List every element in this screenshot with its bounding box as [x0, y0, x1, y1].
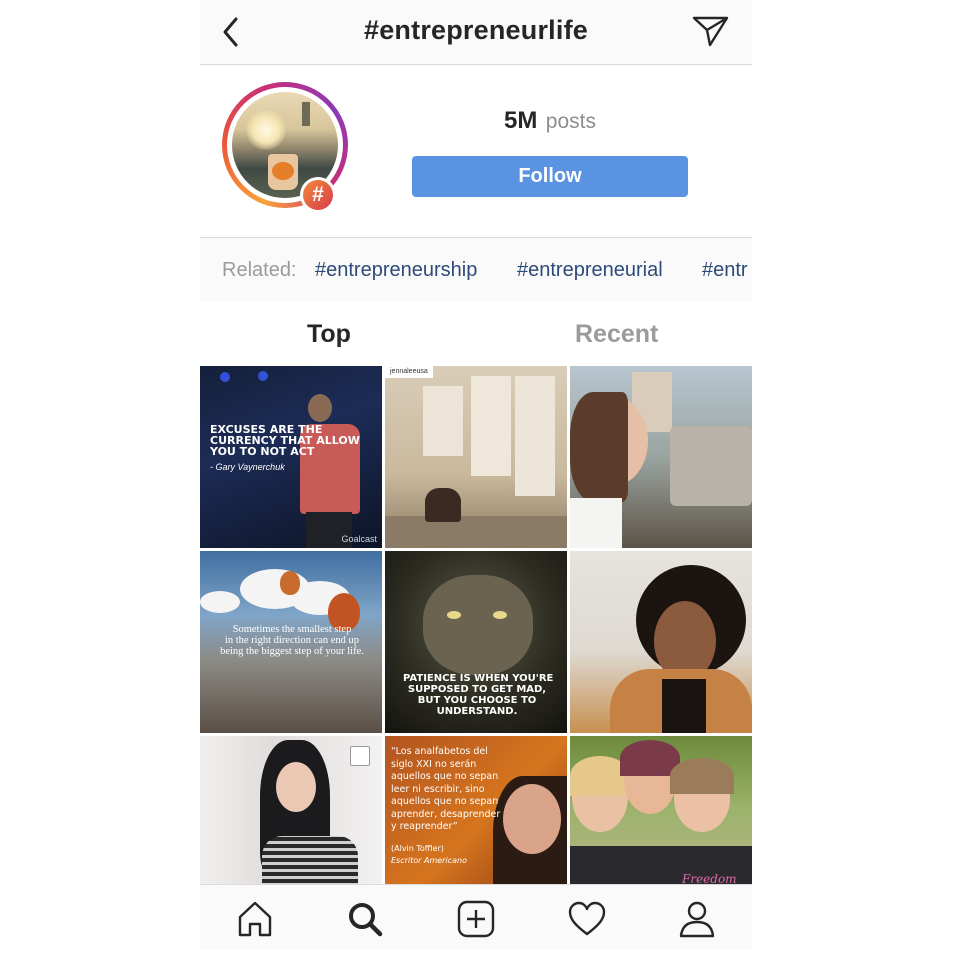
home-icon[interactable]: [235, 899, 275, 939]
hashtag-badge-icon: #: [300, 177, 336, 213]
post-thumbnail[interactable]: [200, 736, 382, 884]
post-shirt-text: Freedom: [682, 872, 737, 884]
tab-recent[interactable]: Recent: [575, 320, 658, 349]
follow-button[interactable]: Follow: [412, 156, 688, 197]
bottom-nav: [200, 884, 752, 950]
related-tag-partial[interactable]: #entr: [702, 259, 748, 282]
post-quote-subauthor: Escritor Americano: [391, 856, 467, 865]
add-post-icon[interactable]: [456, 899, 496, 939]
post-quote-author: - Gary Vaynerchuk: [210, 462, 285, 472]
post-thumbnail[interactable]: “Los analfabetos del siglo XXI no serán …: [385, 736, 567, 884]
post-thumbnail[interactable]: EXCUSES ARE THE CURRENCY THAT ALLOW YOU …: [200, 366, 382, 548]
post-thumbnail[interactable]: [570, 366, 752, 548]
related-tag-entrepreneurship[interactable]: #entrepreneurship: [315, 259, 477, 282]
post-thumbnail[interactable]: Sometimes the smallest step in the right…: [200, 551, 382, 733]
post-count-value: 5M: [504, 107, 538, 134]
hashtag-profile: # 5M posts Follow: [200, 65, 752, 237]
post-thumbnail[interactable]: PATIENCE IS WHEN YOU'RE SUPPOSED TO GET …: [385, 551, 567, 733]
profile-icon[interactable]: [677, 899, 717, 939]
hashtag-badge-symbol: #: [303, 180, 333, 210]
search-icon[interactable]: [345, 899, 385, 939]
post-watermark: Goalcast: [341, 534, 377, 544]
post-thumbnail[interactable]: Freedom: [570, 736, 752, 884]
related-hashtags-bar: Related: #entrepreneurship #entrepreneur…: [200, 237, 752, 303]
post-thumbnail[interactable]: [570, 551, 752, 733]
related-label: Related:: [222, 259, 297, 281]
post-count-label: posts: [545, 110, 596, 133]
repost-label: jennaleeusa: [385, 366, 433, 378]
phone-screen: #entrepreneurlife # 5M posts Follow Rela…: [200, 0, 752, 950]
tab-top[interactable]: Top: [307, 320, 351, 349]
page-title: #entrepreneurlife: [364, 15, 588, 45]
post-grid: EXCUSES ARE THE CURRENCY THAT ALLOW YOU …: [200, 366, 752, 884]
post-quote-text: EXCUSES ARE THE CURRENCY THAT ALLOW YOU …: [210, 423, 360, 458]
post-quote-text: PATIENCE IS WHEN YOU'RE SUPPOSED TO GET …: [403, 673, 554, 717]
header-bar: #entrepreneurlife: [200, 0, 752, 65]
feed-tabs: Top Recent: [200, 302, 752, 366]
related-tag-entrepreneurial[interactable]: #entrepreneurial: [517, 259, 663, 282]
post-count: 5M posts: [412, 107, 688, 135]
post-thumbnail[interactable]: jennaleeusa: [385, 366, 567, 548]
post-quote-text: Sometimes the smallest step in the right…: [220, 624, 364, 657]
activity-heart-icon[interactable]: [567, 899, 607, 939]
paper-plane-icon[interactable]: [692, 14, 732, 50]
post-quote-author: (Alvin Toffler): [391, 844, 444, 853]
post-quote-text: “Los analfabetos del siglo XXI no serán …: [391, 746, 501, 832]
